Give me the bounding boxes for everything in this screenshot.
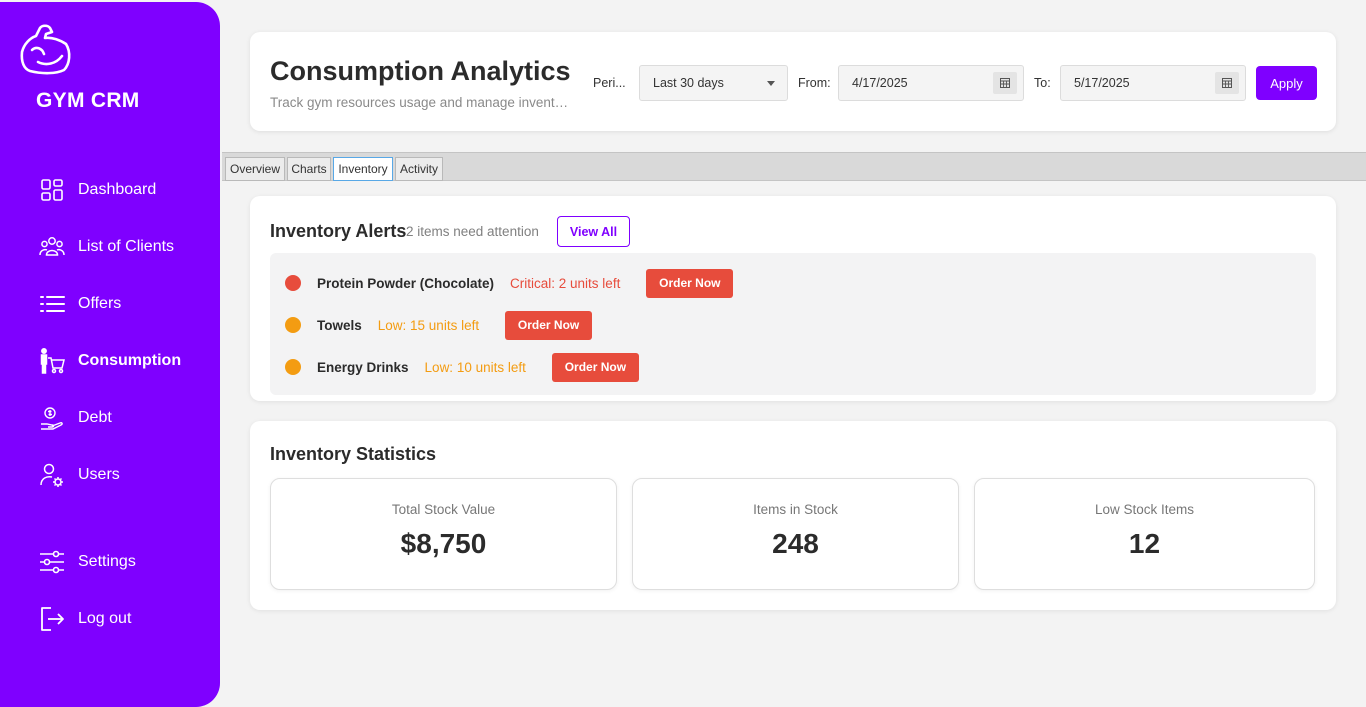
tab-overview[interactable]: Overview — [225, 157, 285, 181]
period-select-value: Last 30 days — [653, 76, 724, 90]
view-all-button[interactable]: View All — [557, 216, 630, 247]
to-date-value: 5/17/2025 — [1074, 76, 1130, 90]
from-date-value: 4/17/2025 — [852, 76, 908, 90]
alert-item-status: Low: 10 units left — [424, 359, 526, 375]
warning-status-dot-icon — [285, 359, 301, 375]
from-label: From: — [798, 76, 831, 90]
flexed-arm-logo-icon — [18, 22, 72, 76]
tab-charts[interactable]: Charts — [287, 157, 331, 181]
stat-value: 12 — [1128, 528, 1161, 559]
sidebar-item-label: List of Clients — [78, 238, 175, 255]
sidebar-item-label: Log out — [78, 610, 132, 627]
dashboard-icon — [41, 179, 63, 201]
order-now-button[interactable]: Order Now — [646, 268, 734, 298]
warning-status-dot-icon — [285, 317, 301, 333]
sidebar-item-offers[interactable]: Offers — [38, 290, 121, 318]
order-now-button[interactable]: Order Now — [551, 352, 639, 382]
page-subtitle: Track gym resources usage and manage inv… — [270, 95, 572, 110]
users-group-icon — [39, 237, 65, 256]
brand-name: GYM CRM — [36, 89, 140, 112]
stat-items-in-stock: Items in Stock 248 — [632, 478, 959, 590]
alert-item-name: Protein Powder (Chocolate) — [317, 275, 495, 291]
stat-total-stock-value: Total Stock Value $8,750 — [270, 478, 617, 590]
alert-list: Protein Powder (Chocolate) Critical: 2 u… — [270, 253, 1316, 395]
alert-row: Protein Powder (Chocolate) Critical: 2 u… — [285, 268, 734, 298]
page-title: Consumption Analytics — [270, 56, 571, 86]
calendar-icon[interactable] — [1215, 72, 1239, 94]
inventory-statistics-card: Inventory Statistics Total Stock Value $… — [250, 421, 1336, 610]
sidebar-item-label: Consumption — [78, 352, 182, 369]
alert-item-status: Low: 15 units left — [377, 317, 480, 333]
tab-inventory[interactable]: Inventory — [333, 157, 393, 181]
sidebar-item-label: Offers — [78, 295, 122, 312]
alerts-count-text: 2 items need attention — [406, 224, 539, 239]
shopping-cart-person-icon — [40, 348, 65, 374]
inventory-statistics-title: Inventory Statistics — [270, 444, 437, 464]
logout-icon — [41, 607, 64, 631]
sidebar-item-users[interactable]: Users — [38, 461, 120, 489]
sidebar-item-label: Debt — [78, 409, 112, 426]
user-settings-icon — [40, 463, 63, 487]
period-select[interactable]: Last 30 days — [639, 65, 788, 101]
sidebar-item-label: Users — [78, 466, 120, 483]
inventory-alerts-card: Inventory Alerts 2 items need attention … — [250, 196, 1336, 401]
stat-label: Items in Stock — [753, 502, 838, 517]
sidebar-item-label: Settings — [78, 553, 136, 570]
header-card: Consumption Analytics Track gym resource… — [250, 32, 1336, 131]
sidebar-item-dashboard[interactable]: Dashboard — [38, 176, 156, 204]
order-now-button[interactable]: Order Now — [505, 310, 593, 340]
sidebar-item-logout[interactable]: Log out — [38, 605, 131, 633]
period-label: Peri... — [593, 76, 626, 90]
tab-bar: Overview Charts Inventory Activity — [222, 152, 1366, 181]
sidebar: GYM CRM Dashboard List of Clients Offers… — [0, 2, 220, 707]
alert-row: Towels Low: 15 units left Order Now — [285, 310, 593, 340]
to-label: To: — [1034, 76, 1051, 90]
stat-label: Low Stock Items — [1094, 502, 1195, 517]
from-date-picker[interactable]: 4/17/2025 — [838, 65, 1024, 101]
alert-item-name: Towels — [317, 317, 362, 333]
sidebar-item-label: Dashboard — [78, 181, 157, 198]
list-icon — [40, 296, 65, 312]
calendar-icon[interactable] — [993, 72, 1017, 94]
sidebar-item-consumption[interactable]: Consumption — [38, 347, 181, 375]
tab-activity[interactable]: Activity — [395, 157, 443, 181]
alert-row: Energy Drinks Low: 10 units left Order N… — [285, 352, 639, 382]
sidebar-item-debt[interactable]: Debt — [38, 404, 112, 432]
alert-item-name: Energy Drinks — [317, 359, 409, 375]
sidebar-item-clients[interactable]: List of Clients — [38, 233, 174, 261]
sliders-icon — [40, 550, 64, 574]
money-hand-icon — [41, 407, 63, 430]
critical-status-dot-icon — [285, 275, 301, 291]
chevron-down-icon — [767, 81, 775, 86]
stat-value: 248 — [772, 528, 819, 559]
sidebar-item-settings[interactable]: Settings — [38, 548, 136, 576]
stat-label: Total Stock Value — [391, 502, 496, 517]
to-date-picker[interactable]: 5/17/2025 — [1060, 65, 1246, 101]
apply-button[interactable]: Apply — [1256, 66, 1317, 100]
stat-low-stock-items: Low Stock Items 12 — [974, 478, 1315, 590]
inventory-alerts-title: Inventory Alerts — [270, 221, 407, 241]
alert-item-status: Critical: 2 units left — [510, 275, 621, 291]
stat-value: $8,750 — [400, 528, 487, 559]
